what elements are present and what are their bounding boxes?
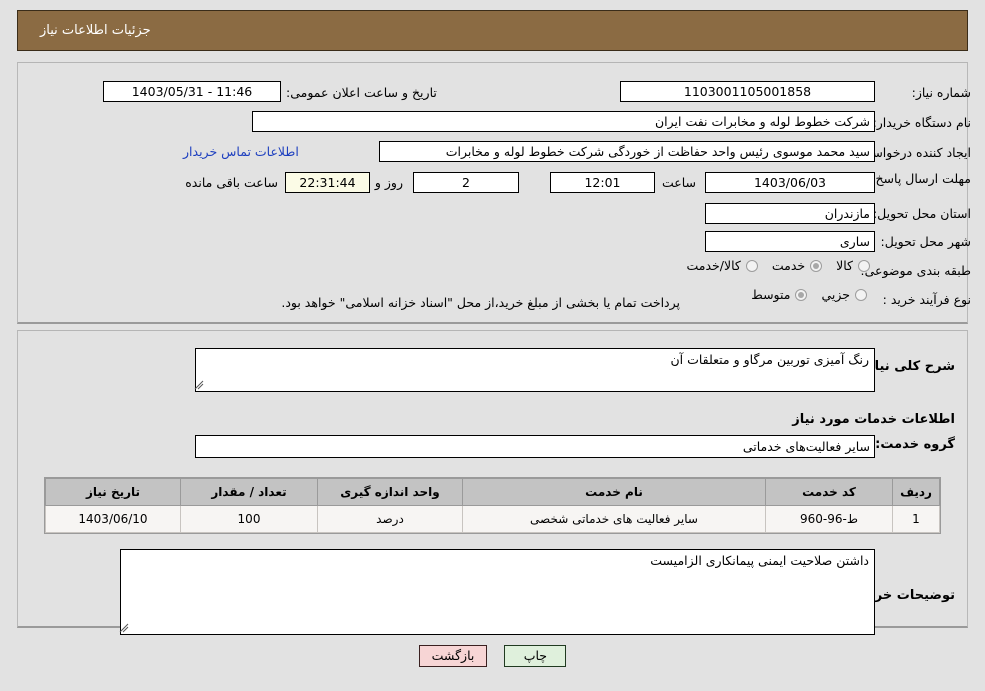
action-buttons: چاپ بازگشت	[0, 645, 985, 667]
category-label-khedmat: خدمت	[771, 258, 806, 273]
col-quantity: تعداد / مقدار	[180, 478, 318, 506]
city-label: شهر محل تحویل:	[880, 234, 971, 249]
page-header: جزئیات اطلاعات نیاز	[17, 10, 968, 51]
general-desc-label: شرح کلی نیاز:	[861, 359, 955, 374]
announce-datetime-label: تاریخ و ساعت اعلان عمومی:	[286, 85, 437, 100]
purchase-type-radio-group: جزیي متوسط	[737, 287, 867, 302]
service-group-value: سایر فعالیت‌های خدماتی	[195, 435, 875, 458]
purchase-type-label-motavasset: متوسط	[751, 287, 791, 302]
purchase-type-radio-motavasset[interactable]	[795, 288, 808, 301]
col-index: ردیف	[892, 478, 940, 506]
remaining-days-value: 2	[413, 172, 519, 193]
purchase-type-label: نوع فرآیند خرید :	[882, 292, 971, 307]
table-row: 1 ط-96-960 سایر فعالیت های خدماتی شخصی د…	[45, 505, 940, 533]
cell-name: سایر فعالیت های خدماتی شخصی	[462, 505, 766, 533]
purchase-type-label-jozii: جزیي	[821, 287, 850, 302]
need-number-label: شماره نیاز:	[911, 85, 971, 100]
purchase-type-radio-jozii[interactable]	[855, 288, 867, 301]
deadline-date-value: 1403/06/03	[705, 172, 875, 193]
services-table: ردیف کد خدمت نام خدمت واحد اندازه گیری ت…	[44, 477, 941, 534]
category-radio-group: کالا خدمت کالا/خدمت	[672, 258, 870, 273]
cell-code: ط-96-960	[765, 505, 893, 533]
remaining-time-value: 22:31:44	[285, 172, 370, 193]
category-radio-kala[interactable]	[858, 259, 870, 272]
announce-datetime-value: 11:46 - 1403/05/31	[103, 81, 281, 102]
services-section-title: اطلاعات خدمات مورد نیاز	[792, 412, 955, 427]
category-label: طبقه بندی موضوعی:	[860, 263, 971, 278]
remaining-days-label: روز و	[374, 175, 403, 190]
cell-unit: درصد	[317, 505, 463, 533]
cell-index: 1	[892, 505, 940, 533]
remaining-time-suffix-label: ساعت باقی مانده	[185, 175, 278, 190]
deadline-time-label: ساعت	[661, 175, 696, 190]
col-name: نام خدمت	[462, 478, 766, 506]
deadline-label: مهلت ارسال پاسخ: تا تاریخ:	[826, 171, 971, 186]
page-title: جزئیات اطلاعات نیاز	[40, 23, 151, 38]
category-radio-khedmat[interactable]	[810, 259, 823, 272]
province-label: استان محل تحویل:	[872, 206, 971, 221]
city-value: ساری	[705, 231, 875, 252]
category-radio-kala-khedmat[interactable]	[745, 259, 758, 272]
buyer-contact-link[interactable]: اطلاعات تماس خریدار	[183, 144, 299, 159]
col-code: کد خدمت	[765, 478, 893, 506]
table-header-row: ردیف کد خدمت نام خدمت واحد اندازه گیری ت…	[45, 478, 940, 506]
buyer-notes-textarea[interactable]: داشتن صلاحیت ایمنی پیمانکاری الزامیست	[120, 549, 875, 635]
col-need-date: تاریخ نیاز	[45, 478, 181, 506]
category-label-kala-khedmat: کالا/خدمت	[686, 258, 741, 273]
category-label-kala: کالا	[836, 258, 853, 273]
payment-note: پرداخت تمام یا بخشی از مبلغ خرید،از محل …	[281, 295, 680, 310]
service-group-label: گروه خدمت:	[875, 437, 955, 452]
buyer-org-value: شرکت خطوط لوله و مخابرات نفت ایران	[252, 111, 875, 132]
col-unit: واحد اندازه گیری	[317, 478, 463, 506]
requester-value: سید محمد موسوی رئیس واحد حفاظت از خوردگی…	[379, 141, 875, 162]
buyer-org-label: نام دستگاه خریدار:	[872, 115, 971, 130]
deadline-time-value: 12:01	[550, 172, 655, 193]
need-number-value: 1103001105001858	[620, 81, 875, 102]
province-value: مازندران	[705, 203, 875, 224]
print-button[interactable]: چاپ	[504, 645, 567, 667]
back-button[interactable]: بازگشت	[418, 645, 488, 667]
cell-need-date: 1403/06/10	[45, 505, 181, 533]
general-desc-textarea[interactable]: رنگ آمیزی توربین مرگاو و متعلقات آن	[195, 348, 875, 392]
cell-quantity: 100	[180, 505, 318, 533]
